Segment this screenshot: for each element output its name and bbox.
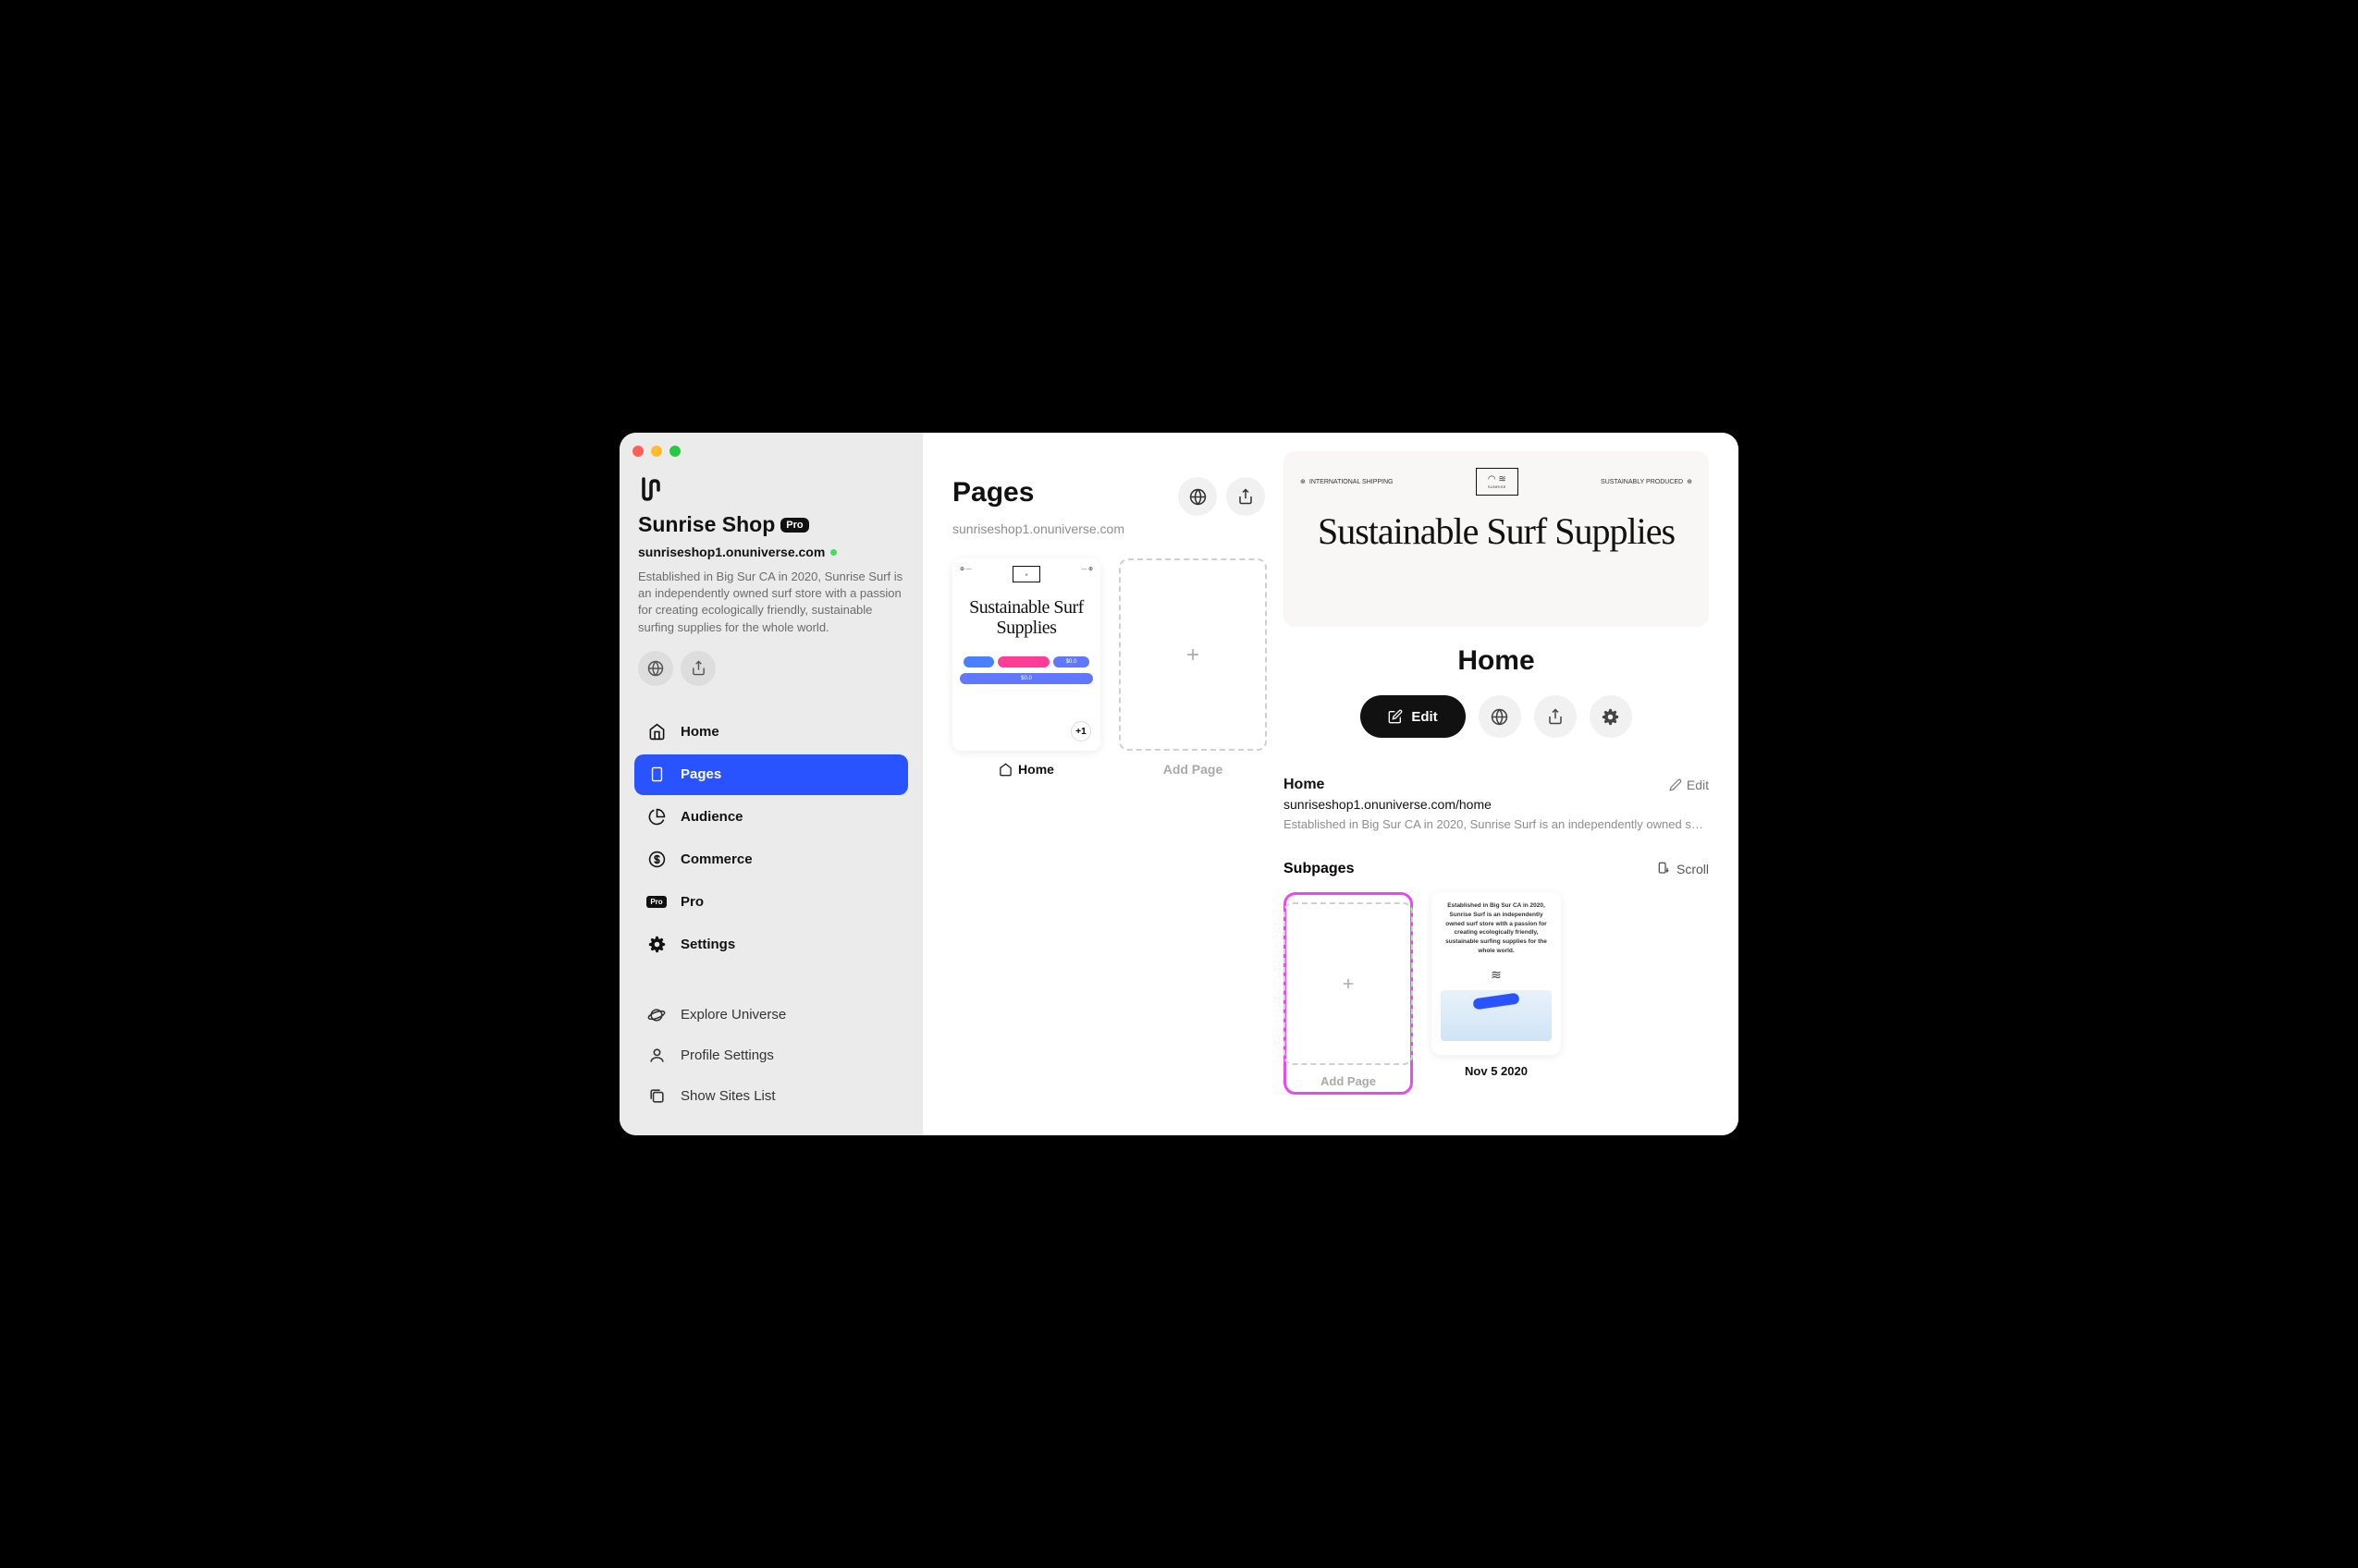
page-card-add[interactable]: Add Page — [1119, 558, 1267, 777]
nav-audience-label: Audience — [681, 809, 743, 825]
nav-sites-label: Show Sites List — [681, 1088, 776, 1104]
meta-block: Home Edit sunriseshop1.onuniverse.com/ho… — [1283, 777, 1709, 831]
pro-icon: Pro — [647, 893, 666, 912]
nav-commerce-label: Commerce — [681, 851, 753, 867]
nav-home[interactable]: Home — [634, 712, 908, 753]
stack-icon — [647, 1087, 666, 1106]
planet-icon — [647, 1006, 666, 1024]
detail-share-button[interactable] — [1534, 695, 1577, 738]
detail-globe-button[interactable] — [1479, 695, 1521, 738]
add-page-label: Add Page — [1163, 762, 1223, 777]
hero-logo: ◠ ≋ SUNRISE — [1476, 468, 1518, 496]
scroll-control[interactable]: Scroll — [1656, 862, 1709, 876]
site-url-row: sunriseshop1.onuniverse.com — [634, 545, 908, 559]
globe-button[interactable] — [638, 651, 673, 686]
hero-title: Sustainable Surf Supplies — [1300, 512, 1692, 551]
close-window-button[interactable] — [632, 446, 644, 457]
nav-pages[interactable]: Pages — [634, 754, 908, 795]
page-thumb-home: ⊕ — ≋ — ⊕ Sustainable Surf Supplies $0.0 — [952, 558, 1100, 751]
sidebar-actions — [634, 651, 908, 686]
nav-home-label: Home — [681, 724, 719, 740]
thumb-price-2: $0.0 — [960, 673, 1093, 684]
pages-subtitle: sunriseshop1.onuniverse.com — [952, 521, 1265, 536]
nav: Home Pages Audience Commerce — [634, 712, 908, 1117]
pages-icon — [647, 766, 666, 784]
site-title-row: Sunrise Shop Pro — [634, 512, 908, 537]
site-title: Sunrise Shop — [638, 512, 775, 537]
thumb-hero-title: Sustainable Surf Supplies — [960, 597, 1093, 638]
user-icon — [647, 1047, 666, 1065]
nav-commerce[interactable]: Commerce — [634, 839, 908, 880]
dollar-icon — [647, 851, 666, 869]
meta-url: sunriseshop1.onuniverse.com/home — [1283, 797, 1709, 812]
add-page-thumb — [1119, 558, 1267, 751]
subpages-grid: Add Page Established in Big Sur CA in 20… — [1283, 892, 1709, 1095]
status-dot — [830, 549, 837, 556]
site-url: sunriseshop1.onuniverse.com — [638, 545, 825, 559]
meta-desc: Established in Big Sur CA in 2020, Sunri… — [1283, 817, 1709, 831]
pie-chart-icon — [647, 808, 666, 827]
nav-profile-label: Profile Settings — [681, 1047, 774, 1063]
nav-pro[interactable]: Pro Pro — [634, 882, 908, 923]
detail-actions: Edit — [1283, 695, 1709, 738]
pages-column: Pages sunriseshop1.onuniverse.com — [923, 433, 1283, 1135]
app-window: Sunrise Shop Pro sunriseshop1.onuniverse… — [620, 433, 1738, 1135]
subpage-thumb-1: Established in Big Sur CA in 2020, Sunri… — [1431, 892, 1561, 1055]
pages-globe-button[interactable] — [1178, 477, 1217, 516]
pages-share-button[interactable] — [1226, 477, 1265, 516]
nav-pages-label: Pages — [681, 766, 721, 782]
edit-button-label: Edit — [1411, 709, 1437, 725]
thumb-badge: +1 — [1071, 721, 1091, 741]
subpages-title: Subpages — [1283, 861, 1354, 877]
hero-preview: ⊕ INTERNATIONAL SHIPPING ◠ ≋ SUNRISE SUS… — [1283, 451, 1709, 627]
nav-pro-label: Pro — [681, 894, 704, 910]
detail-title: Home — [1283, 645, 1709, 677]
page-label-home: Home — [999, 762, 1054, 777]
maximize-window-button[interactable] — [669, 446, 681, 457]
subpage-card-1[interactable]: Established in Big Sur CA in 2020, Sunri… — [1431, 892, 1561, 1095]
pages-actions — [1178, 477, 1265, 516]
app-logo — [634, 477, 908, 501]
subpages-header: Subpages Scroll — [1283, 861, 1709, 877]
detail-settings-button[interactable] — [1590, 695, 1632, 738]
page-card-home[interactable]: ⊕ — ≋ — ⊕ Sustainable Surf Supplies $0.0 — [952, 558, 1100, 777]
pages-title: Pages — [952, 477, 1034, 508]
gear-icon — [647, 936, 666, 954]
nav-explore[interactable]: Explore Universe — [634, 995, 908, 1035]
share-button[interactable] — [681, 651, 716, 686]
detail-column: ⊕ INTERNATIONAL SHIPPING ◠ ≋ SUNRISE SUS… — [1283, 433, 1738, 1135]
sidebar: Sunrise Shop Pro sunriseshop1.onuniverse… — [620, 433, 923, 1135]
edit-button[interactable]: Edit — [1360, 695, 1465, 738]
site-description: Established in Big Sur CA in 2020, Sunri… — [634, 569, 908, 636]
nav-settings-label: Settings — [681, 937, 735, 952]
subpage-label-1: Nov 5 2020 — [1465, 1064, 1528, 1078]
nav-explore-label: Explore Universe — [681, 1007, 786, 1023]
minimize-window-button[interactable] — [651, 446, 662, 457]
nav-sites[interactable]: Show Sites List — [634, 1076, 908, 1117]
thumb-price: $0.0 — [1053, 656, 1089, 668]
subpage-add-thumb — [1283, 902, 1413, 1065]
nav-settings[interactable]: Settings — [634, 925, 908, 965]
pro-badge: Pro — [780, 518, 808, 533]
main: Pages sunriseshop1.onuniverse.com — [923, 433, 1738, 1135]
nav-profile[interactable]: Profile Settings — [634, 1035, 908, 1076]
home-icon — [647, 723, 666, 741]
subpage-add-label: Add Page — [1320, 1074, 1376, 1088]
window-controls — [632, 446, 681, 457]
subpage-add-card[interactable]: Add Page — [1283, 892, 1413, 1095]
nav-audience[interactable]: Audience — [634, 797, 908, 838]
meta-title: Home — [1283, 777, 1324, 793]
pages-header: Pages — [952, 477, 1265, 516]
meta-edit-button[interactable]: Edit — [1669, 778, 1709, 792]
pages-grid: ⊕ — ≋ — ⊕ Sustainable Surf Supplies $0.0 — [952, 558, 1265, 777]
